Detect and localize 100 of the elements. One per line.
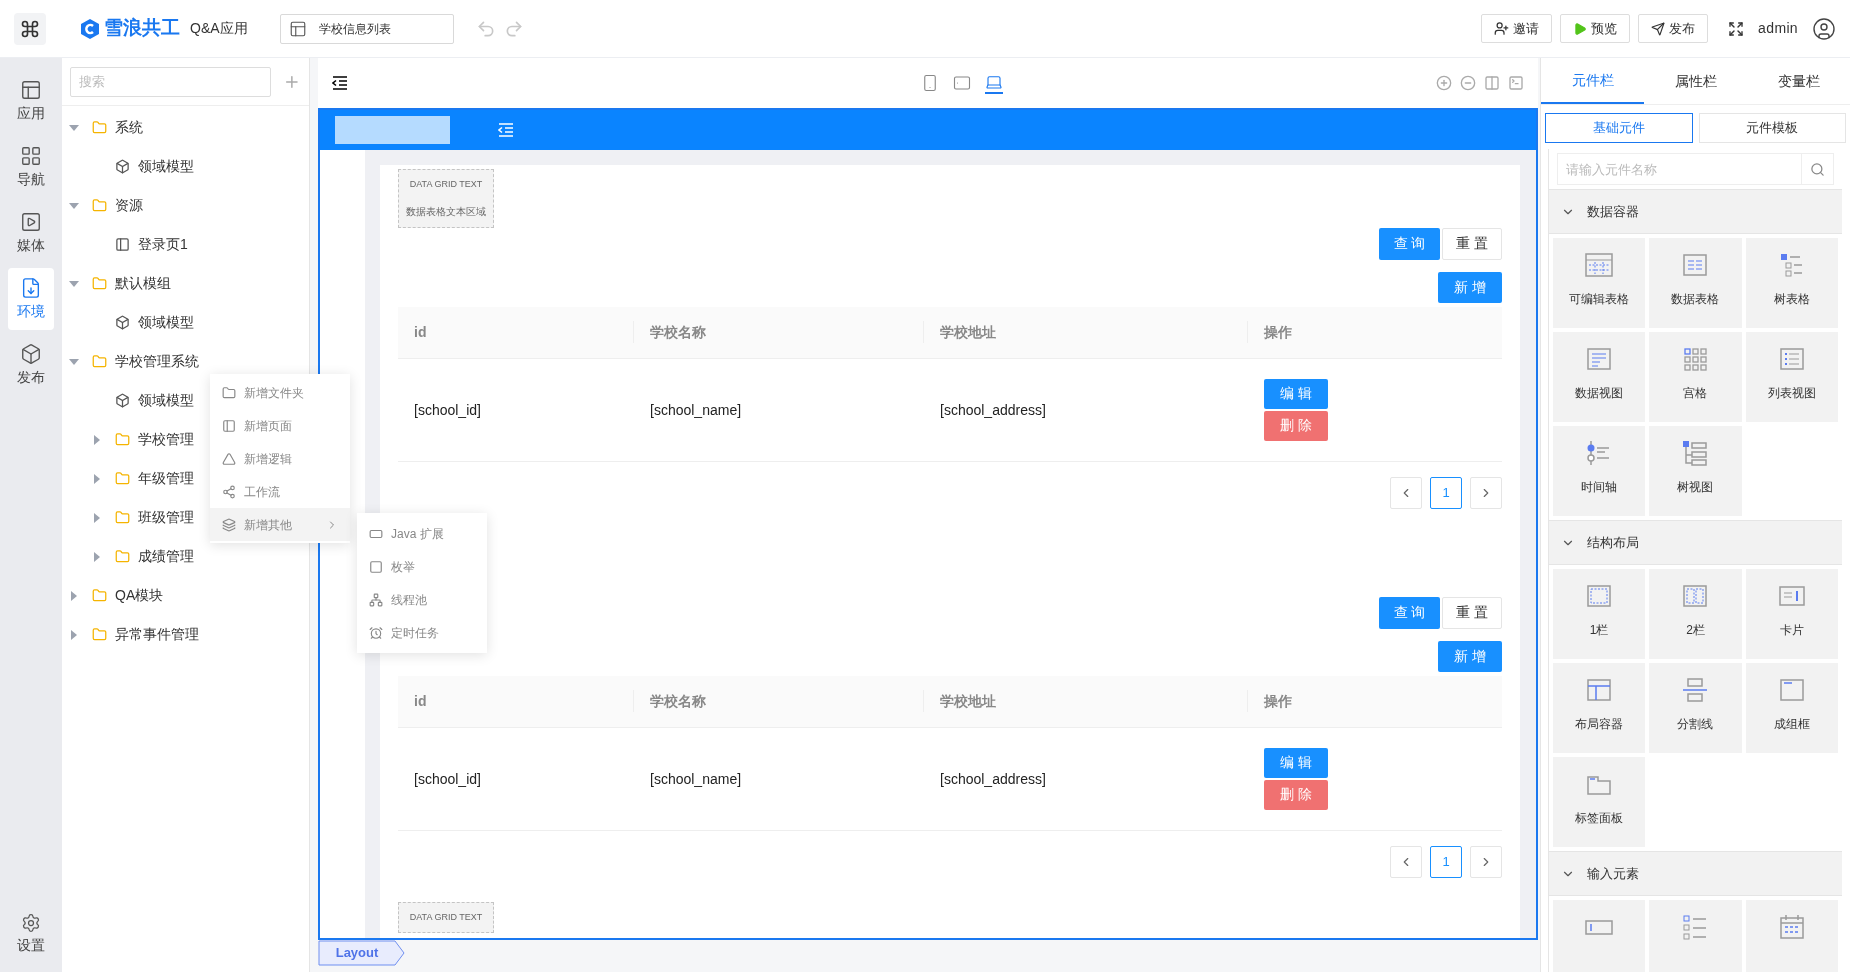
menu-item[interactable]: 新增文件夹	[210, 376, 350, 409]
settings-icon	[21, 912, 41, 933]
panel-tab[interactable]: 元件栏	[1541, 58, 1644, 104]
fullscreen-icon[interactable]	[1728, 20, 1745, 37]
caret-icon[interactable]	[69, 356, 79, 367]
page-icon	[222, 418, 236, 433]
section-header[interactable]: 结构布局	[1549, 521, 1842, 565]
component-tile[interactable]: 时间轴	[1553, 426, 1646, 516]
section-header[interactable]: 输入元素	[1549, 852, 1842, 896]
tree-item[interactable]: 领域模型	[138, 156, 194, 177]
app-launcher[interactable]	[14, 12, 46, 45]
component-search-field[interactable]: 请输入元件名称	[1557, 153, 1802, 185]
component-tile[interactable]: 可编辑表格	[1553, 238, 1646, 328]
reset-button[interactable]: 重 置	[1442, 596, 1502, 629]
zoom-out-icon[interactable]	[1460, 75, 1476, 91]
page-selector[interactable]: 学校信息列表	[279, 13, 454, 44]
component-tile[interactable]: 数据视图	[1553, 332, 1646, 422]
phone-icon[interactable]	[921, 73, 939, 92]
search-field[interactable]: 搜索	[70, 66, 272, 97]
column-header: 学校地址	[940, 322, 996, 342]
tablet-icon[interactable]	[953, 73, 971, 92]
component-tile[interactable]	[1649, 900, 1742, 972]
rail-tab[interactable]: 导航	[8, 136, 54, 198]
component-tab[interactable]: 元件模板	[1698, 113, 1846, 143]
panel-tab[interactable]: 属性栏	[1644, 58, 1747, 104]
panel-tab[interactable]: 变量栏	[1747, 58, 1850, 104]
component-tile[interactable]: 列表视图	[1745, 332, 1838, 422]
undo-icon[interactable]	[475, 18, 496, 39]
component-tile[interactable]: 标签面板	[1553, 757, 1646, 847]
settings-button[interactable]: 设置	[8, 906, 54, 962]
search-icon[interactable]	[1810, 161, 1825, 177]
toolbar-button[interactable]: 发布	[1638, 14, 1709, 43]
toolbar-button[interactable]: 邀请	[1481, 14, 1553, 43]
tree-item[interactable]: 系统	[115, 117, 143, 138]
tree-item[interactable]: 年级管理	[138, 468, 194, 489]
rail-tab[interactable]: 环境	[8, 268, 54, 330]
tree-item[interactable]: 异常事件管理	[115, 624, 199, 645]
menu-item[interactable]: 新增页面	[210, 409, 350, 442]
tree-item[interactable]: 领域模型	[138, 312, 194, 333]
component-tile[interactable]: 2栏	[1649, 569, 1742, 659]
caret-icon[interactable]	[69, 122, 79, 133]
rail-tab[interactable]: 媒体	[8, 202, 54, 264]
next-page-button[interactable]	[1470, 476, 1502, 509]
tree-item[interactable]: 班级管理	[138, 507, 194, 528]
menu-item[interactable]: Java 扩展	[357, 517, 487, 550]
zoom-in-icon[interactable]	[1436, 75, 1452, 91]
terminal-icon[interactable]	[1508, 75, 1524, 91]
component-tile[interactable]	[1553, 900, 1646, 972]
menu-item[interactable]: 线程池	[357, 583, 487, 616]
component-tile[interactable]: 数据表格	[1649, 238, 1742, 328]
folder-icon	[115, 549, 130, 564]
tree-item[interactable]: QA模块	[115, 585, 164, 606]
rail-tab[interactable]: 发布	[8, 334, 54, 396]
tree-item[interactable]: 默认模组	[115, 273, 171, 294]
rail-tab[interactable]: 应用	[8, 70, 54, 132]
menu-item[interactable]: 枚举	[357, 550, 487, 583]
component-tile[interactable]: 布局容器	[1553, 663, 1646, 753]
component-tab[interactable]: 基础元件	[1545, 113, 1693, 143]
caret-icon[interactable]	[69, 200, 79, 211]
component-tile[interactable]: 1栏	[1553, 569, 1646, 659]
tree-item[interactable]: 登录页1	[138, 234, 188, 255]
component-tile[interactable]: 卡片	[1745, 569, 1838, 659]
caret-icon[interactable]	[92, 434, 102, 445]
caret-icon[interactable]	[92, 473, 102, 484]
toolbar-button[interactable]: 预览	[1560, 14, 1631, 43]
component-tile[interactable]: 树视图	[1649, 426, 1742, 516]
columns-icon[interactable]	[1484, 75, 1500, 91]
avatar-icon[interactable]	[1812, 16, 1836, 41]
caret-icon[interactable]	[69, 278, 79, 289]
previous-page-button[interactable]	[1390, 476, 1422, 509]
caret-icon[interactable]	[92, 512, 102, 523]
previous-page-button[interactable]	[1390, 845, 1422, 878]
reset-button[interactable]: 重 置	[1442, 227, 1502, 260]
caret-icon[interactable]	[69, 629, 79, 640]
menu-item[interactable]: 工作流	[210, 475, 350, 508]
menu-item[interactable]: 定时任务	[357, 616, 487, 649]
tree-item[interactable]: 学校管理	[138, 429, 194, 450]
tree-item[interactable]: 学校管理系统	[115, 351, 199, 372]
next-page-button[interactable]	[1470, 845, 1502, 878]
folder-icon	[92, 627, 107, 642]
tree-item[interactable]: 领域模型	[138, 390, 194, 411]
tree-item[interactable]: 成绩管理	[138, 546, 194, 567]
grid-label: DATA GRID TEXT	[409, 910, 483, 924]
column-header: id	[414, 322, 427, 342]
component-tile[interactable]: 成组框	[1745, 663, 1838, 753]
tree-item[interactable]: 资源	[115, 195, 143, 216]
grid-description: 数据表格文本区域	[406, 204, 486, 219]
layout-icon	[20, 78, 42, 101]
play-icon	[1573, 21, 1588, 36]
component-tile[interactable]	[1745, 900, 1838, 972]
folder-icon	[92, 588, 107, 603]
component-tile[interactable]: 树表格	[1745, 238, 1838, 328]
indent-icon[interactable]	[332, 76, 348, 90]
menu-item[interactable]: 新增逻辑	[210, 442, 350, 475]
component-tile[interactable]: 分割线	[1649, 663, 1742, 753]
section-header[interactable]: 数据容器	[1549, 190, 1842, 234]
caret-icon[interactable]	[92, 551, 102, 562]
component-tile[interactable]: 宫格	[1649, 332, 1742, 422]
caret-icon[interactable]	[69, 590, 79, 601]
page-icon	[288, 19, 307, 38]
